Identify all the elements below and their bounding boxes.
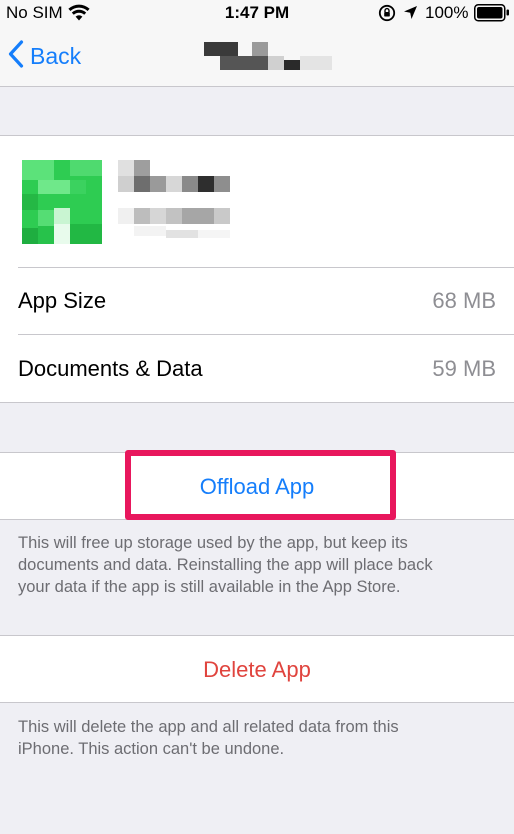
location-icon xyxy=(403,5,418,25)
battery-percent: 100% xyxy=(425,3,469,22)
back-button[interactable]: Back xyxy=(8,39,81,73)
delete-footer-line: iPhone. This action can't be undone. xyxy=(18,740,285,758)
redacted-nav-title xyxy=(204,42,334,72)
delete-footer-text: This will delete the app and all related… xyxy=(18,716,498,760)
documents-data-row: Documents & Data 59 MB xyxy=(0,335,514,402)
app-icon xyxy=(22,160,102,244)
app-size-row: App Size 68 MB xyxy=(0,268,514,334)
orientation-lock-icon xyxy=(378,4,396,27)
offload-footer-line: This will free up storage used by the ap… xyxy=(18,534,408,552)
offload-footer-text: This will free up storage used by the ap… xyxy=(18,532,498,598)
delete-app-group: Delete App xyxy=(0,635,514,703)
documents-data-value: 59 MB xyxy=(432,356,496,381)
app-size-value: 68 MB xyxy=(432,288,496,313)
highlight-box xyxy=(125,450,396,520)
battery-icon xyxy=(474,4,510,27)
offload-footer-line: documents and data. Reinstalling the app… xyxy=(18,556,433,574)
back-label: Back xyxy=(30,42,82,69)
app-info-group: App Size 68 MB Documents & Data 59 MB xyxy=(0,135,514,403)
offload-footer-line: your data if the app is still available … xyxy=(18,578,401,596)
redacted-app-name xyxy=(118,160,230,248)
app-size-label: App Size xyxy=(18,288,107,313)
delete-footer-line: This will delete the app and all related… xyxy=(18,718,399,736)
delete-app-button[interactable]: Delete App xyxy=(0,657,514,683)
documents-data-label: Documents & Data xyxy=(18,356,203,381)
chevron-left-icon xyxy=(8,39,24,73)
